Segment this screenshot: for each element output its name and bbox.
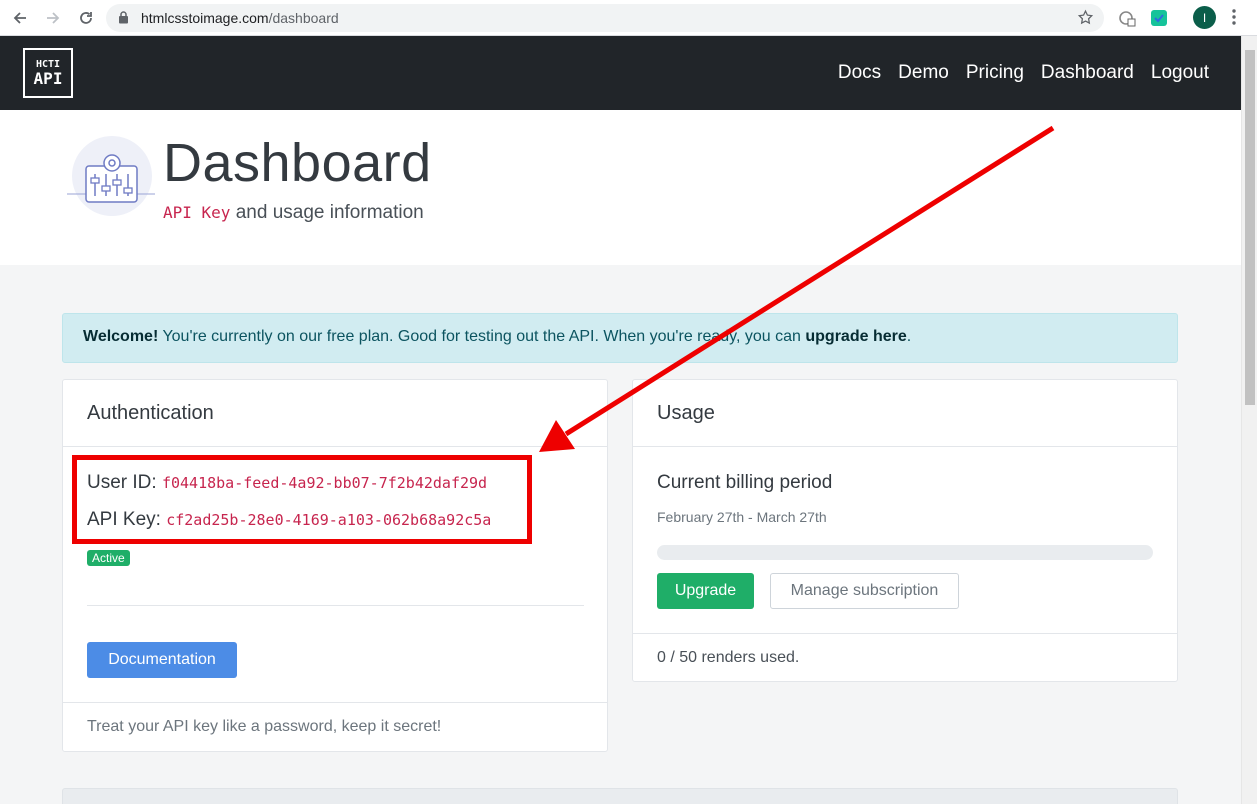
renders-used-text: 0 / 50 renders used. (633, 633, 1177, 682)
subtitle-code: API Key (163, 203, 231, 222)
subtitle-text: and usage information (230, 202, 424, 223)
profile-initial: I (1202, 10, 1207, 25)
billing-period-range: February 27th - March 27th (657, 509, 827, 525)
annotation-highlight-box (72, 455, 532, 544)
page-title: Dashboard (163, 133, 432, 193)
usage-card-title: Usage (633, 380, 1177, 447)
alert-suffix: . (906, 328, 912, 345)
documentation-button[interactable]: Documentation (87, 642, 237, 678)
brand-logo[interactable]: HCTI API (23, 48, 73, 98)
page-subtitle: API Key and usage information (163, 202, 424, 224)
nav-link-logout[interactable]: Logout (1151, 62, 1209, 84)
status-badge: Active (87, 550, 130, 566)
upgrade-button[interactable]: Upgrade (657, 573, 754, 609)
authentication-card-footer: Treat your API key like a password, keep… (63, 702, 607, 752)
lock-icon (118, 11, 129, 29)
url-text: htmlcsstoimage.com/dashboard (141, 10, 339, 26)
browser-menu-icon[interactable] (1232, 8, 1236, 31)
address-bar[interactable]: htmlcsstoimage.com/dashboard (106, 4, 1104, 32)
alert-lead: Welcome! (83, 328, 159, 345)
back-icon[interactable] (8, 6, 32, 30)
page-scrollbar[interactable] (1241, 36, 1257, 804)
next-card-partial (62, 788, 1178, 804)
forward-icon[interactable] (41, 6, 65, 30)
nav-link-docs[interactable]: Docs (838, 62, 881, 84)
site-navbar: HCTI API Docs Demo Pricing Dashboard Log… (0, 36, 1241, 110)
browser-toolbar: htmlcsstoimage.com/dashboard I (0, 0, 1257, 36)
page-header: Dashboard API Key and usage information (0, 110, 1241, 265)
welcome-alert: Welcome! You're currently on our free pl… (62, 313, 1178, 363)
nav-link-pricing[interactable]: Pricing (966, 62, 1024, 84)
billing-period-title: Current billing period (657, 472, 833, 493)
settings-sliders-icon (67, 136, 157, 221)
scrollbar-thumb[interactable] (1245, 50, 1255, 405)
bookmark-star-icon[interactable] (1077, 9, 1094, 31)
extension-icon[interactable] (1116, 7, 1138, 29)
brand-line-2: API (33, 69, 63, 88)
divider (87, 605, 584, 606)
usage-card: Usage Current billing period February 27… (632, 379, 1178, 682)
manage-subscription-button[interactable]: Manage subscription (770, 573, 959, 609)
nav-link-dashboard[interactable]: Dashboard (1041, 62, 1134, 84)
authentication-card: Authentication User ID: f04418ba-feed-4a… (62, 379, 608, 752)
reload-icon[interactable] (74, 6, 98, 30)
alert-text: You're currently on our free plan. Good … (158, 328, 806, 345)
upgrade-link[interactable]: upgrade here (805, 328, 906, 345)
nav-links: Docs Demo Pricing Dashboard Logout (838, 36, 1209, 110)
profile-avatar[interactable]: I (1193, 6, 1216, 29)
authentication-card-title: Authentication (63, 380, 607, 447)
nav-link-demo[interactable]: Demo (898, 62, 949, 84)
grammarly-extension-icon[interactable] (1148, 7, 1170, 29)
usage-progress-bar (657, 545, 1153, 560)
